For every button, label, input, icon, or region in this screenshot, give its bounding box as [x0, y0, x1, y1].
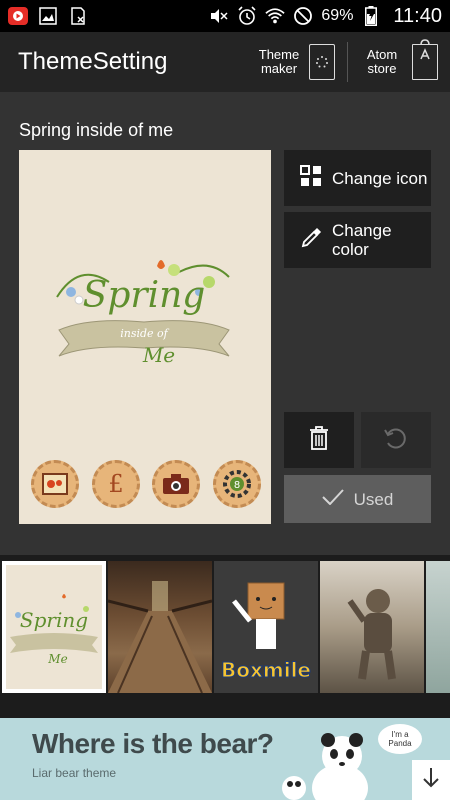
- battery-charging-icon: [361, 6, 381, 26]
- refresh-icon: [383, 425, 409, 456]
- youtube-icon: [8, 6, 28, 26]
- boxmile-text: Boxmile: [221, 658, 311, 682]
- thumbnail-spring-inside-of-me[interactable]: Spring Me: [2, 560, 106, 693]
- grid-icon: [300, 164, 322, 192]
- theme-maker-button[interactable]: Theme maker: [245, 32, 347, 92]
- sim-icon: [68, 6, 88, 26]
- atom-store-label: Atom store: [366, 47, 398, 76]
- trash-icon: [309, 425, 329, 455]
- theme-maker-label: Theme maker: [258, 47, 300, 76]
- used-label: Used: [353, 489, 394, 509]
- block-icon: [293, 6, 313, 26]
- preview-icon-row: £ 8: [31, 460, 261, 508]
- change-icon-label: Change icon: [332, 168, 428, 188]
- store-bag-icon: [412, 39, 438, 80]
- theme-preview[interactable]: Spring inside of Me £ 8: [19, 150, 271, 524]
- speech-bubble: I'm a Panda: [378, 724, 422, 754]
- checkmark-icon: [321, 488, 344, 510]
- download-button[interactable]: [412, 760, 450, 800]
- svg-text:8: 8: [234, 480, 240, 491]
- gallery-icon: [38, 6, 58, 26]
- theme-setting-panel: Spring inside of me Spring inside of Me …: [0, 92, 450, 555]
- eyedropper-icon: [300, 227, 322, 254]
- bridge-image: [108, 580, 212, 693]
- alarm-icon: [237, 6, 257, 26]
- app-bar: ThemeSetting Theme maker Atom store: [0, 32, 450, 92]
- theme-thumbnail-strip[interactable]: Spring Me Boxmile: [0, 555, 450, 698]
- banner-content: Where is the bear? Liar bear theme I'm a…: [0, 718, 450, 800]
- thumb-spring-text: Spring: [20, 608, 88, 632]
- mute-icon: [209, 6, 229, 26]
- ad-banner[interactable]: Where is the bear? Liar bear theme I'm a…: [0, 698, 450, 800]
- page-title: ThemeSetting: [18, 48, 168, 75]
- thumbnail-rain[interactable]: [426, 560, 450, 693]
- banner-subtitle: Liar bear theme: [32, 766, 117, 780]
- clock: 11:40: [393, 4, 442, 27]
- banner-title: Where is the bear?: [32, 728, 274, 759]
- camera-icon: [152, 460, 201, 508]
- wifi-icon: [265, 6, 286, 26]
- reset-button[interactable]: [361, 412, 431, 468]
- panda-bear-illustration: [282, 733, 368, 800]
- thumbnail-bridge[interactable]: [108, 560, 212, 693]
- boxmile-image: Boxmile: [221, 582, 312, 682]
- art-text-ribbon: inside of: [120, 327, 169, 340]
- delete-button[interactable]: [284, 412, 354, 468]
- art-text-me: Me: [142, 343, 175, 367]
- baby-image: [347, 588, 396, 680]
- change-icon-button[interactable]: Change icon: [284, 150, 431, 206]
- theme-name: Spring inside of me: [19, 120, 174, 140]
- thumbnail-baby[interactable]: [320, 560, 424, 693]
- flower-frame-icon: [31, 460, 79, 508]
- download-arrow-icon: [422, 767, 440, 794]
- spring-artwork: Spring inside of Me: [56, 260, 230, 367]
- change-color-button[interactable]: Change color: [284, 212, 431, 268]
- settings-gear-icon: 8: [212, 460, 261, 508]
- thumbnail-spring-art: Spring Me: [10, 593, 98, 666]
- battery-percent: 69%: [321, 7, 354, 24]
- used-button[interactable]: Used: [284, 475, 431, 523]
- phone-dots-icon: [309, 44, 335, 80]
- thumbnail-boxmile[interactable]: Boxmile: [214, 560, 318, 693]
- thumb-me-text: Me: [47, 652, 67, 666]
- svg-text:£: £: [108, 471, 123, 497]
- atom-store-button[interactable]: Atom store: [348, 32, 450, 92]
- status-bar: 69% 11:40: [0, 0, 450, 32]
- art-text-spring: Spring: [83, 275, 206, 316]
- facebook-icon: £: [91, 460, 140, 508]
- change-color-label: Change color: [332, 221, 392, 259]
